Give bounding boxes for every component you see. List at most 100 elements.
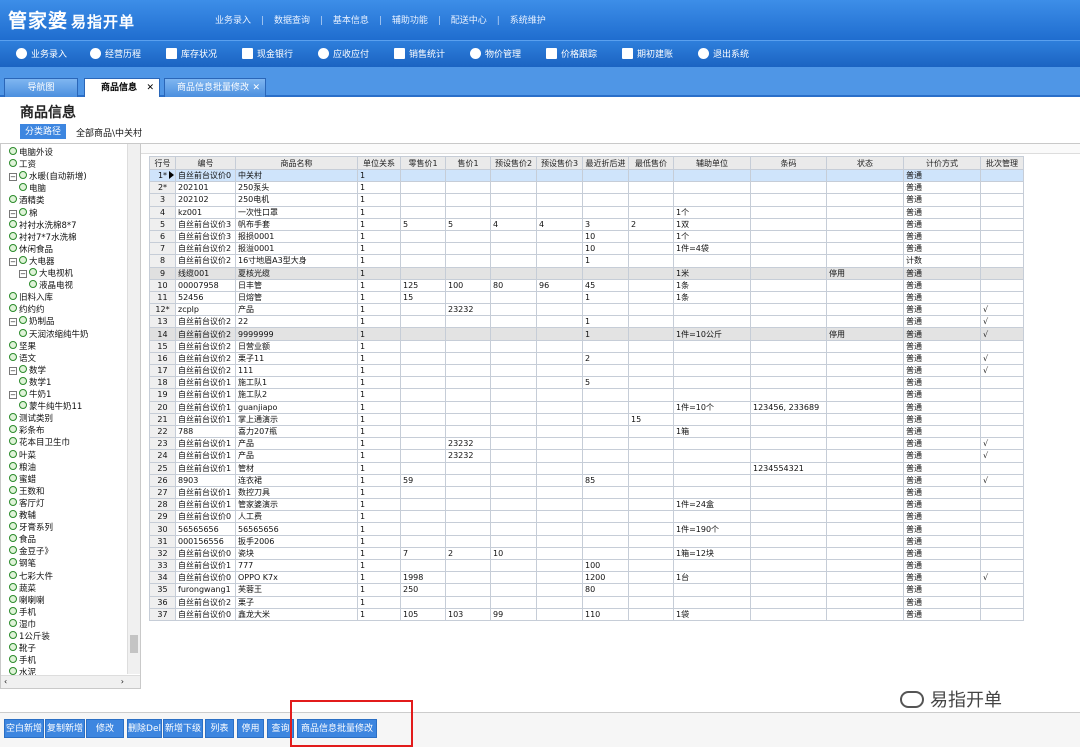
table-row[interactable]: 8 自丝前台议价2 16寸地眉A3型大身 1 1 计数 [149, 254, 1024, 268]
table-cell[interactable]: 103 [445, 607, 491, 621]
table-cell[interactable]: 110 [582, 607, 629, 621]
table-cell[interactable]: 123456, 233689 [750, 400, 827, 414]
table-cell[interactable]: 1袋 [673, 607, 751, 621]
tree-node[interactable]: 王数和 [9, 485, 45, 497]
table-cell[interactable] [490, 205, 537, 219]
collapse-icon[interactable]: − [9, 318, 17, 327]
table-cell[interactable] [490, 351, 537, 366]
table-cell[interactable] [490, 424, 537, 439]
table-cell[interactable]: 1件=10个 [673, 400, 751, 414]
table-cell[interactable] [536, 254, 583, 268]
table-row[interactable]: 30 56565656 56565656 1 1件=190个 普通 [149, 522, 1024, 536]
table-cell[interactable] [750, 473, 827, 487]
table-cell[interactable] [628, 558, 674, 573]
table-cell[interactable] [980, 168, 1024, 183]
table-cell[interactable]: 1 [357, 534, 401, 548]
table-cell[interactable]: 100 [445, 278, 491, 292]
table-cell[interactable] [628, 437, 674, 451]
table-cell[interactable] [490, 303, 537, 317]
table-cell[interactable]: 1200 [582, 571, 629, 585]
table-cell[interactable] [400, 266, 446, 280]
table-cell[interactable]: 产品 [235, 437, 358, 451]
table-row[interactable]: 3 202102 250电机 1 普通 [149, 193, 1024, 207]
table-cell[interactable] [826, 498, 904, 512]
table-cell[interactable]: 人工费 [235, 510, 358, 524]
grid-splitter[interactable] [141, 144, 1080, 154]
table-row[interactable]: 37 自丝前台议价0 鑫龙大米 1 105 103 99 110 1袋 普通 [149, 607, 1024, 621]
table-cell[interactable] [536, 363, 583, 378]
table-cell[interactable] [750, 205, 827, 219]
table-cell[interactable] [490, 168, 537, 183]
table-row[interactable]: 24 自丝前台议价1 产品 1 23232 普通 √ [149, 449, 1024, 463]
table-cell[interactable] [400, 339, 446, 353]
table-cell[interactable] [582, 595, 629, 609]
table-cell[interactable] [536, 242, 583, 256]
tree-node[interactable]: 电脑 [19, 183, 46, 194]
table-cell[interactable] [582, 437, 629, 451]
table-cell[interactable] [980, 400, 1024, 414]
table-cell[interactable]: 1 [357, 205, 401, 219]
table-cell[interactable]: 掌上通演示 [235, 412, 358, 426]
table-cell[interactable]: 4 [536, 217, 583, 231]
table-cell[interactable]: zcplp [175, 303, 236, 317]
vertical-scrollbar[interactable] [127, 144, 140, 674]
table-cell[interactable]: 00007958 [175, 278, 236, 292]
table-cell[interactable] [826, 339, 904, 353]
table-cell[interactable] [628, 595, 674, 609]
toolbar-opening-button[interactable]: 期初建账 [622, 47, 673, 60]
table-cell[interactable] [826, 217, 904, 231]
table-cell[interactable] [750, 546, 827, 561]
table-cell[interactable] [536, 583, 583, 597]
table-cell[interactable]: 1 [357, 388, 401, 402]
table-row[interactable]: 10 00007958 日丰管 1 125 100 80 96 45 1条 普通 [149, 278, 1024, 292]
tree-node[interactable]: − 数学 [9, 364, 46, 376]
table-cell[interactable]: 23232 [445, 437, 491, 451]
table-cell[interactable] [536, 193, 583, 207]
table-cell[interactable]: √ [980, 363, 1024, 378]
column-header[interactable]: 批次管理 [980, 156, 1024, 170]
table-cell[interactable] [490, 193, 537, 207]
tree-node[interactable]: 靴子 [9, 643, 36, 654]
tree-node[interactable]: 测试类别 [9, 413, 53, 424]
table-cell[interactable] [750, 303, 827, 317]
table-cell[interactable] [826, 571, 904, 585]
table-cell[interactable] [826, 461, 904, 475]
table-cell[interactable]: 普通 [903, 388, 981, 402]
table-cell[interactable]: 管家婆演示 [235, 498, 358, 512]
table-cell[interactable]: 扳手2006 [235, 534, 358, 548]
table-cell[interactable]: 1 [357, 412, 401, 426]
table-cell[interactable]: 普通 [903, 339, 981, 353]
table-row[interactable]: 16 自丝前台议价2 栗子11 1 2 普通 √ [149, 351, 1024, 366]
table-cell[interactable]: 1台 [673, 571, 751, 585]
table-row[interactable]: 28 自丝前台议价1 管家婆演示 1 1件=24盒 普通 [149, 498, 1024, 512]
table-cell[interactable]: 80 [582, 583, 629, 597]
table-cell[interactable] [750, 412, 827, 426]
table-cell[interactable] [628, 498, 674, 512]
table-cell[interactable] [980, 510, 1024, 524]
table-cell[interactable] [400, 522, 446, 536]
table-cell[interactable] [628, 193, 674, 207]
table-cell[interactable]: 1 [357, 510, 401, 524]
table-cell[interactable]: 1 [357, 558, 401, 573]
table-cell[interactable] [445, 558, 491, 573]
table-cell[interactable]: 自丝前台议价2 [175, 242, 236, 256]
table-cell[interactable]: 23232 [445, 449, 491, 463]
table-cell[interactable]: 自丝前台议价2 [175, 595, 236, 609]
tree-node[interactable]: 七彩大件 [9, 570, 53, 582]
tab-batch-edit[interactable]: 商品信息批量修改 ✕ [164, 78, 266, 97]
table-cell[interactable] [980, 595, 1024, 609]
table-cell[interactable] [490, 254, 537, 268]
table-cell[interactable] [628, 339, 674, 353]
top-menu-item[interactable]: 数据查询 [274, 16, 310, 26]
table-cell[interactable]: 自丝前台议价0 [175, 510, 236, 524]
table-cell[interactable]: 1 [357, 315, 401, 329]
table-cell[interactable]: 1 [357, 254, 401, 268]
table-cell[interactable]: 1 [357, 278, 401, 292]
tree-node[interactable]: 叶菜 [9, 449, 36, 461]
table-cell[interactable]: 1 [357, 498, 401, 512]
table-cell[interactable] [673, 168, 751, 183]
table-cell[interactable]: 普通 [903, 376, 981, 390]
table-cell[interactable] [673, 595, 751, 609]
table-row[interactable]: 19 自丝前台议价1 施工队2 1 普通 [149, 388, 1024, 402]
table-cell[interactable] [536, 181, 583, 195]
